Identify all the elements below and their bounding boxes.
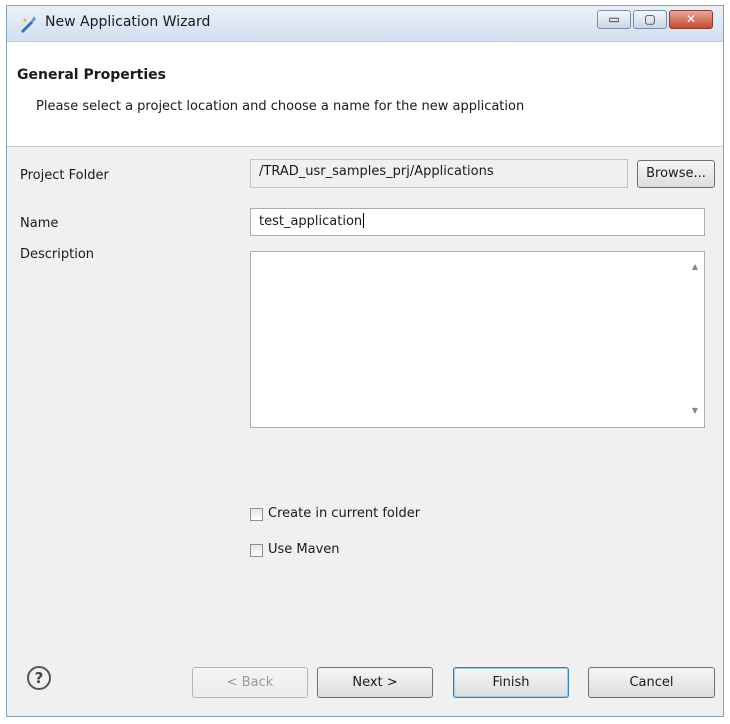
page-title: General Properties	[17, 67, 166, 83]
minimize-button[interactable]: ▭	[597, 10, 631, 29]
name-input-text: test_application	[259, 213, 365, 229]
window-title: New Application Wizard	[45, 14, 211, 30]
close-icon: ✕	[685, 12, 697, 26]
name-label: Name	[20, 216, 59, 231]
next-button[interactable]: Next >	[317, 667, 433, 698]
description-textarea[interactable]: ▲ ▼	[250, 251, 705, 428]
project-folder-label: Project Folder	[20, 168, 109, 183]
browse-button[interactable]: Browse...	[637, 160, 715, 188]
create-in-current-folder-label[interactable]: Create in current folder	[268, 506, 420, 521]
use-maven-checkbox[interactable]	[250, 544, 263, 557]
new-application-wizard-window: New Application Wizard ▭ ▢ ✕ General Pro…	[6, 5, 724, 717]
create-in-current-folder-checkbox[interactable]	[250, 508, 263, 521]
close-button[interactable]: ✕	[669, 10, 713, 29]
help-icon[interactable]: ?	[27, 666, 51, 690]
maximize-button[interactable]: ▢	[633, 10, 667, 29]
page-description: Please select a project location and cho…	[36, 99, 525, 114]
finish-button[interactable]: Finish	[453, 667, 569, 698]
minimize-icon: ▭	[608, 12, 620, 26]
cancel-button[interactable]: Cancel	[588, 667, 715, 698]
title-bar[interactable]: New Application Wizard ▭ ▢ ✕	[7, 6, 723, 42]
scroll-up-icon[interactable]: ▲	[690, 263, 700, 271]
back-button[interactable]: < Back	[192, 667, 308, 698]
wizard-header: General Properties Please select a proje…	[7, 42, 723, 147]
project-folder-field: /TRAD_usr_samples_prj/Applications	[250, 159, 628, 188]
use-maven-label[interactable]: Use Maven	[268, 542, 340, 557]
text-caret	[363, 213, 365, 228]
project-folder-value: /TRAD_usr_samples_prj/Applications	[259, 164, 494, 179]
scroll-down-icon[interactable]: ▼	[690, 407, 700, 415]
wizard-wand-icon	[21, 16, 36, 33]
name-value: test_application	[259, 214, 363, 229]
maximize-icon: ▢	[644, 12, 656, 26]
name-input[interactable]: test_application	[250, 208, 705, 236]
description-label: Description	[20, 247, 95, 262]
